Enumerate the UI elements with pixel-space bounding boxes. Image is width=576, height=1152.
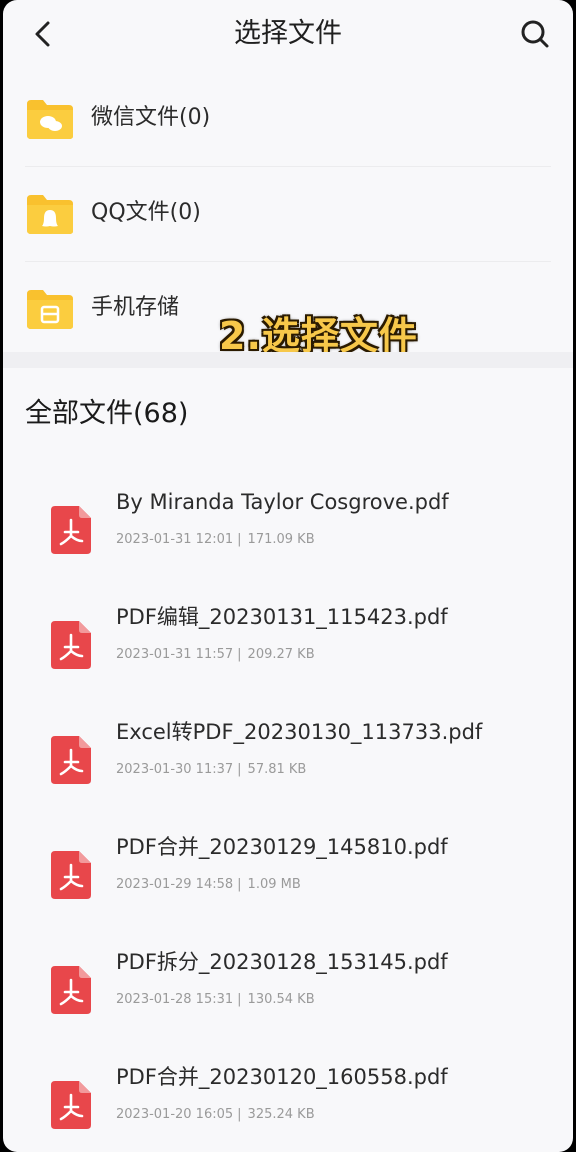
page-title: 选择文件 <box>234 18 342 49</box>
file-size: 171.09 KB <box>247 532 315 547</box>
folder-label: 微信文件(0) <box>91 105 211 130</box>
file-name: PDF编辑_20230131_115423.pdf <box>116 605 448 629</box>
pdf-file-icon <box>51 506 91 554</box>
file-meta: 2023-01-29 14:58 | 1.09 MB <box>116 874 301 896</box>
pdf-file-icon <box>51 621 91 669</box>
file-meta: 2023-01-31 12:01 | 171.09 KB <box>116 529 315 551</box>
qq-folder-icon <box>27 195 73 234</box>
file-name: By Miranda Taylor Cosgrove.pdf <box>116 490 449 514</box>
file-date: 2023-01-30 11:37 <box>116 762 234 777</box>
pdf-file-icon <box>51 736 91 784</box>
folder-row-qq[interactable]: QQ文件(0) <box>3 167 573 261</box>
file-row[interactable]: PDF编辑_20230131_115423.pdf 2023-01-31 11:… <box>3 583 573 698</box>
folder-label: QQ文件(0) <box>91 200 201 225</box>
file-meta: 2023-01-20 16:05 | 325.24 KB <box>116 1104 315 1126</box>
search-button[interactable] <box>515 14 555 54</box>
file-row[interactable]: Excel转PDF_20230130_113733.pdf 2023-01-30… <box>3 698 573 813</box>
file-size: 1.09 MB <box>247 877 301 892</box>
meta-separator: | <box>237 762 242 777</box>
folder-label: 手机存储 <box>91 295 180 320</box>
pdf-file-icon <box>51 1081 91 1129</box>
file-date: 2023-01-28 15:31 <box>116 992 234 1007</box>
meta-separator: | <box>237 532 242 547</box>
pdf-file-icon <box>51 966 91 1014</box>
file-meta: 2023-01-31 11:57 | 209.27 KB <box>116 644 315 666</box>
meta-separator: | <box>237 647 242 662</box>
pdf-file-icon <box>51 851 91 899</box>
file-row[interactable]: PDF合并_20230129_145810.pdf 2023-01-29 14:… <box>3 813 573 928</box>
file-name: PDF合并_20230129_145810.pdf <box>116 835 448 859</box>
file-name: PDF拆分_20230128_153145.pdf <box>116 950 448 974</box>
file-date: 2023-01-20 16:05 <box>116 1107 234 1122</box>
file-date: 2023-01-31 11:57 <box>116 647 234 662</box>
file-row[interactable]: By Miranda Taylor Cosgrove.pdf 2023-01-3… <box>3 468 573 583</box>
all-files-heading: 全部文件(68) <box>25 398 189 429</box>
file-meta: 2023-01-28 15:31 | 130.54 KB <box>116 989 315 1011</box>
meta-separator: | <box>237 1107 242 1122</box>
file-size: 130.54 KB <box>247 992 315 1007</box>
wechat-folder-icon <box>27 100 73 139</box>
meta-separator: | <box>237 877 242 892</box>
file-name: Excel转PDF_20230130_113733.pdf <box>116 720 483 744</box>
folder-row-wechat[interactable]: 微信文件(0) <box>3 72 573 166</box>
file-row[interactable]: PDF合并_20230120_160558.pdf 2023-01-20 16:… <box>3 1043 573 1152</box>
storage-folder-icon <box>27 290 73 329</box>
screen: 选择文件 微信文件(0) QQ文件(0) 手机存储 2.选择文件 全部文件(68… <box>3 0 573 1152</box>
file-size: 57.81 KB <box>247 762 307 777</box>
file-name: PDF合并_20230120_160558.pdf <box>116 1065 448 1089</box>
file-meta: 2023-01-30 11:37 | 57.81 KB <box>116 759 306 781</box>
top-bar: 选择文件 <box>3 0 573 72</box>
file-size: 209.27 KB <box>247 647 315 662</box>
meta-separator: | <box>237 992 242 1007</box>
file-date: 2023-01-31 12:01 <box>116 532 234 547</box>
file-row[interactable]: PDF拆分_20230128_153145.pdf 2023-01-28 15:… <box>3 928 573 1043</box>
section-gap <box>3 352 573 368</box>
search-icon <box>521 20 549 48</box>
file-date: 2023-01-29 14:58 <box>116 877 234 892</box>
file-size: 325.24 KB <box>247 1107 315 1122</box>
